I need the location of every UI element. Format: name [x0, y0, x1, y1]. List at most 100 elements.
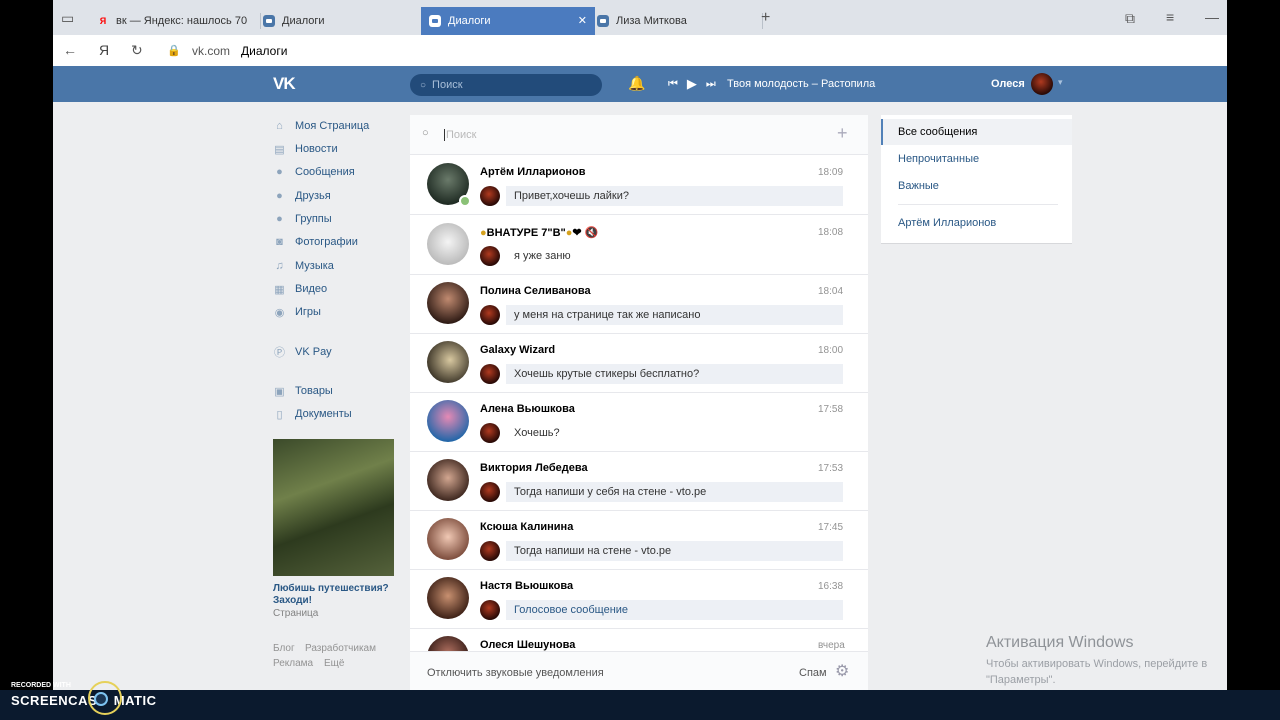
url-text[interactable]: vk.com — [192, 44, 230, 58]
filter-all[interactable]: Все сообщения — [881, 119, 1072, 145]
dialogs-search[interactable]: ○ Поиск + — [410, 115, 868, 155]
new-tab-icon[interactable]: + — [761, 9, 770, 27]
avatar — [427, 459, 469, 501]
reload-icon[interactable]: ↻ — [131, 42, 143, 59]
avatar — [427, 341, 469, 383]
header-search-input[interactable]: ○ Поиск — [410, 74, 602, 96]
menu-item-video[interactable]: ▦ Видео — [273, 279, 413, 299]
menu-item-groups[interactable]: ● Группы — [273, 209, 413, 229]
footer-link-ads[interactable]: Реклама — [273, 658, 313, 669]
search-icon: ○ — [420, 79, 427, 91]
menu-item-photos[interactable]: ◙ Фотографии — [273, 232, 413, 252]
tab-yandex[interactable]: Я вк — Яндекс: нашлось 70 — [87, 7, 261, 35]
music-icon: ♫ — [275, 260, 284, 272]
bell-icon[interactable]: 🔔 — [628, 75, 645, 92]
dialog-preview: Тогда напиши на стене - vto.pe — [506, 541, 843, 561]
screencast-icon — [94, 692, 108, 706]
avatar[interactable] — [1031, 73, 1053, 95]
chevron-down-icon[interactable]: ▾ — [1058, 77, 1063, 88]
close-tab-icon[interactable]: ✕ — [578, 14, 587, 27]
dialogs-footer: Отключить звуковые уведомления Спам ⚙ — [410, 651, 868, 690]
list-item[interactable]: Виктория Лебедева 17:53 Тогда напиши у с… — [410, 451, 868, 511]
menu-item-goods[interactable]: ▣ Товары — [273, 381, 413, 401]
tab-liza[interactable]: Лиза Миткова — [589, 7, 763, 35]
promo-image[interactable] — [273, 439, 394, 576]
menu-label: Сообщения — [295, 166, 355, 178]
next-icon[interactable]: ⏭ — [706, 78, 716, 91]
yandex-home-icon[interactable]: Я — [99, 42, 109, 58]
vk-icon — [597, 15, 609, 27]
browser-window: ▭ Я вк — Яндекс: нашлось 70 Диалоги Диал… — [53, 0, 1227, 690]
avatar — [427, 577, 469, 619]
menu-label: Музыка — [295, 260, 334, 272]
online-indicator — [459, 195, 471, 207]
dialog-time: 17:58 — [818, 404, 844, 415]
menu-label: Видео — [295, 283, 328, 295]
pay-icon: Ⓟ — [274, 347, 285, 359]
footer-link-developers[interactable]: Разработчикам — [305, 643, 376, 654]
friends-icon: ● — [276, 190, 283, 202]
vk-header: VK ○ Поиск 🔔 ⏮ ▶ ⏭ Твоя молодость – Раст… — [53, 66, 1227, 102]
new-dialog-icon[interactable]: + — [837, 123, 848, 144]
menu-item-friends[interactable]: ● Друзья — [273, 186, 413, 206]
home-icon: ⌂ — [276, 120, 283, 132]
dialog-preview: у меня на странице так же написано — [506, 305, 843, 325]
minimize-icon[interactable]: — — [1205, 9, 1219, 25]
mute-notifications-link[interactable]: Отключить звуковые уведомления — [427, 667, 604, 679]
dialog-name: Алена Вьюшкова — [480, 403, 575, 415]
menu-label: Группы — [295, 213, 332, 225]
play-icon[interactable]: ▶ — [687, 76, 697, 92]
menu-item-games[interactable]: ◉ Игры — [273, 302, 413, 322]
vk-icon — [263, 15, 275, 27]
address-bar[interactable]: ← Я ↻ 🔒 vk.com Диалоги — [53, 35, 1227, 67]
windows-activation-text: Чтобы активировать Windows, перейдите в … — [986, 658, 1208, 686]
footer-link-more[interactable]: Ещё — [324, 658, 344, 669]
menu-item-documents[interactable]: ▯ Документы — [273, 404, 413, 424]
list-item[interactable]: Артём Илларионов 18:09 Привет,хочешь лай… — [410, 155, 868, 215]
sidebar-toggle-icon[interactable]: ▭ — [61, 10, 74, 27]
menu-icon[interactable]: ≡ — [1166, 9, 1174, 25]
menu-label: Товары — [295, 385, 333, 397]
spam-link[interactable]: Спам — [799, 667, 827, 679]
filter-pinned-dialog[interactable]: Артём Илларионов — [881, 210, 1072, 236]
dialog-name: Олеся Шешунова — [480, 639, 576, 651]
footer-link-blog[interactable]: Блог — [273, 643, 295, 654]
dialog-preview: Голосовое сообщение — [506, 600, 843, 620]
back-icon[interactable]: ← — [63, 42, 77, 58]
menu-item-vk-pay[interactable]: Ⓟ VK Pay — [273, 342, 413, 362]
filter-important[interactable]: Важные — [881, 173, 1072, 199]
vk-logo[interactable]: VK — [273, 74, 296, 94]
avatar — [480, 423, 500, 443]
promo-title[interactable]: Любишь путешествия? Заходи! — [273, 583, 403, 607]
dialogs-search-input[interactable]: Поиск — [444, 129, 476, 141]
avatar — [480, 482, 500, 502]
gear-icon[interactable]: ⚙ — [835, 661, 849, 681]
dialog-time: вчера — [818, 640, 845, 651]
list-item[interactable]: Настя Вьюшкова 16:38 Голосовое сообщение — [410, 569, 868, 629]
list-item[interactable]: Ксюша Калинина 17:45 Тогда напиши на сте… — [410, 510, 868, 570]
promo-subtitle: Страница — [273, 608, 319, 619]
tab-label: Диалоги — [448, 15, 491, 27]
menu-item-music[interactable]: ♫ Музыка — [273, 256, 413, 276]
menu-label: Моя Страница — [295, 120, 370, 132]
camera-icon: ◙ — [276, 236, 283, 248]
list-item[interactable]: Полина Селиванова 18:04 у меня на страни… — [410, 274, 868, 334]
track-title[interactable]: Твоя молодость – Растопила — [727, 78, 875, 90]
tab-dialogs-active[interactable]: Диалоги ✕ — [421, 7, 595, 35]
filter-unread[interactable]: Непрочитанные — [881, 146, 1072, 172]
menu-item-my-page[interactable]: ⌂ Моя Страница — [273, 116, 413, 136]
dialog-time: 16:38 — [818, 581, 844, 592]
user-name[interactable]: Олеся — [991, 78, 1025, 90]
list-item[interactable]: Galaxy Wizard 18:00 Хочешь крутые стикер… — [410, 333, 868, 393]
previous-icon[interactable]: ⏮ — [668, 78, 678, 91]
tab-dialogs[interactable]: Диалоги — [255, 7, 429, 35]
list-item[interactable]: ●ВНАТУРЕ 7"В"●❤ 🔇 18:08 я уже заню — [410, 215, 868, 275]
dialog-name-text: ВНАТУРЕ 7"В" — [486, 227, 566, 239]
dialog-name: Виктория Лебедева — [480, 462, 588, 474]
dialog-time: 17:45 — [818, 522, 844, 533]
recorded-with-label: RECORDED WITH — [11, 682, 71, 689]
menu-item-news[interactable]: ▤ Новости — [273, 139, 413, 159]
bookmarks-icon[interactable]: ⧉ — [1125, 10, 1135, 27]
list-item[interactable]: Алена Вьюшкова 17:58 Хочешь? — [410, 392, 868, 452]
menu-item-messages[interactable]: ● Сообщения — [273, 162, 413, 182]
